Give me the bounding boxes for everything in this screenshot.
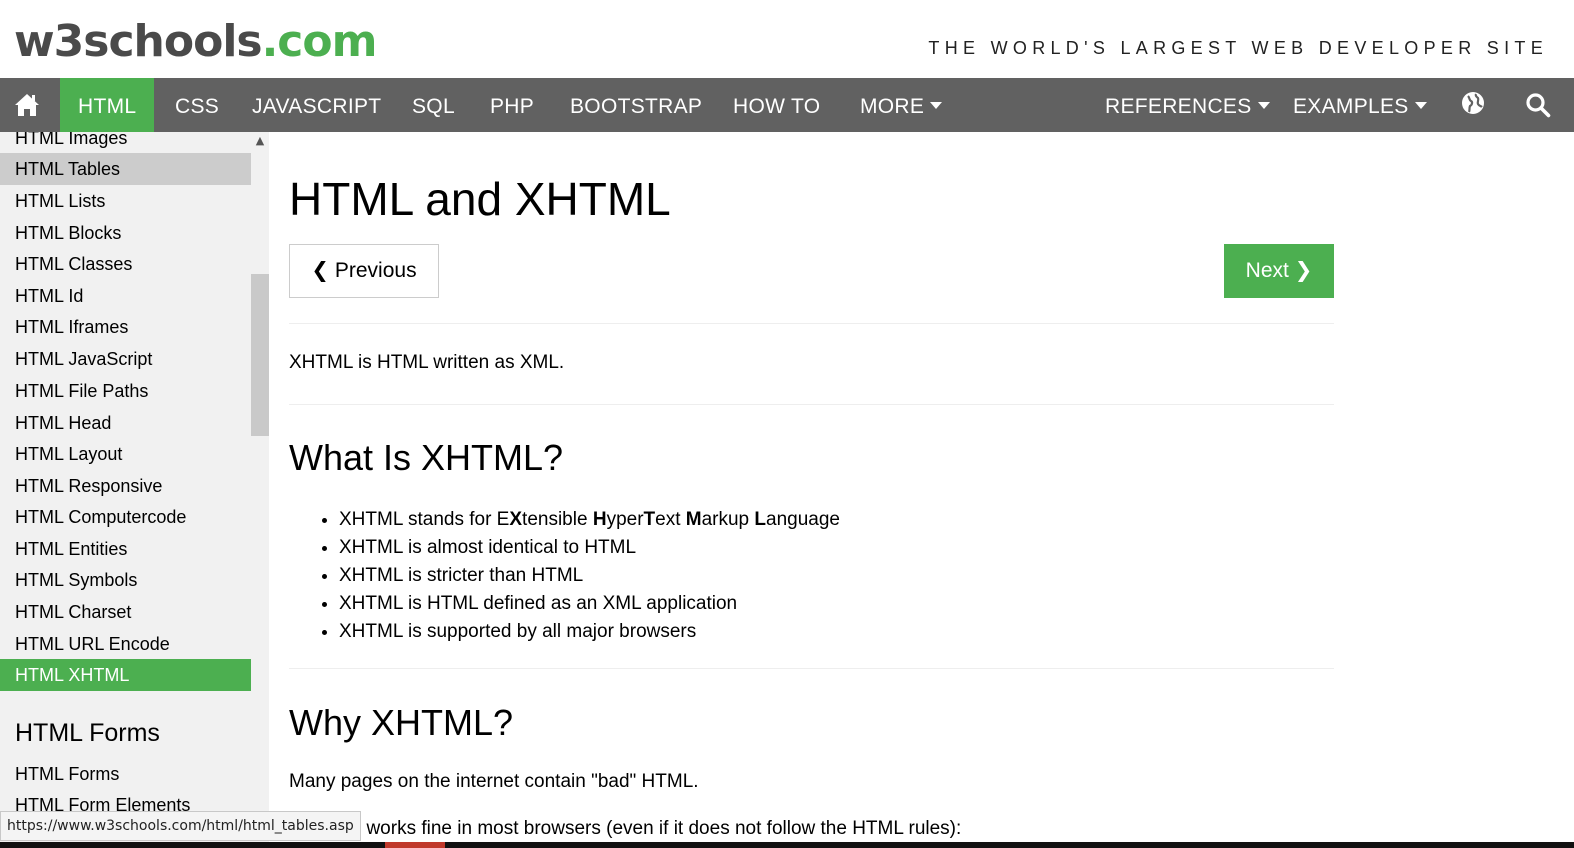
- why-paragraph-2: ML code works fine in most browsers (eve…: [289, 818, 962, 839]
- nav-references-label: REFERENCES: [1105, 95, 1252, 118]
- bottom-accent: [385, 842, 445, 848]
- page-title: HTML and XHTML: [289, 173, 671, 225]
- top-navigation: HTML CSS JAVASCRIPT SQL PHP BOOTSTRAP HO…: [0, 78, 1574, 132]
- sidebar-item-xhtml[interactable]: HTML XHTML: [0, 659, 251, 691]
- sidebar-item-iframes[interactable]: HTML Iframes: [0, 311, 251, 343]
- sidebar-item-blocks[interactable]: HTML Blocks: [0, 217, 251, 249]
- logo-main: w3schools: [14, 16, 263, 67]
- nav-howto[interactable]: HOW TO: [733, 78, 820, 132]
- sidebar-heading-forms: HTML Forms: [15, 719, 160, 747]
- nav-html[interactable]: HTML: [60, 78, 155, 132]
- nav-more-label: MORE: [860, 95, 925, 118]
- main-content: HTML and XHTML ❮ Previous Next ❯ XHTML i…: [289, 132, 1334, 848]
- sidebar-item-images[interactable]: HTML Images: [0, 132, 251, 154]
- home-icon[interactable]: [13, 92, 41, 118]
- scroll-up-arrow-icon[interactable]: ▲: [253, 132, 267, 150]
- sidebar-item-head[interactable]: HTML Head: [0, 407, 251, 439]
- globe-icon[interactable]: [1461, 91, 1485, 115]
- xhtml-facts-list: XHTML stands for EXtensible HyperText Ma…: [339, 506, 840, 646]
- section-heading-what-is-xhtml: What Is XHTML?: [289, 437, 564, 478]
- nav-sql[interactable]: SQL: [412, 78, 455, 132]
- nav-references[interactable]: REFERENCES: [1105, 78, 1270, 132]
- list-item: XHTML is stricter than HTML: [339, 562, 840, 590]
- divider: [289, 404, 1334, 405]
- sidebar-item-forms[interactable]: HTML Forms: [0, 758, 251, 790]
- sidebar-item-tables[interactable]: HTML Tables: [0, 153, 251, 185]
- divider: [289, 323, 1334, 324]
- nav-php[interactable]: PHP: [490, 78, 534, 132]
- sidebar-item-charset[interactable]: HTML Charset: [0, 596, 251, 628]
- site-logo[interactable]: w3schools.com: [14, 12, 378, 72]
- sidebar-item-classes[interactable]: HTML Classes: [0, 248, 251, 280]
- nav-css[interactable]: CSS: [175, 78, 219, 132]
- list-item: XHTML is supported by all major browsers: [339, 618, 840, 646]
- nav-bootstrap[interactable]: BOOTSTRAP: [570, 78, 702, 132]
- logo-suffix: .com: [261, 16, 378, 67]
- list-item: XHTML is almost identical to HTML: [339, 534, 840, 562]
- nav-examples[interactable]: EXAMPLES: [1293, 78, 1427, 132]
- sidebar-scrollbar[interactable]: [251, 132, 269, 848]
- next-button[interactable]: Next ❯: [1224, 244, 1334, 298]
- chevron-right-icon: ❯: [1294, 259, 1313, 282]
- caret-down-icon: [1414, 102, 1427, 110]
- previous-label: Previous: [334, 259, 417, 282]
- search-icon[interactable]: [1525, 92, 1551, 118]
- sidebar-item-responsive[interactable]: HTML Responsive: [0, 470, 251, 502]
- previous-button[interactable]: ❮ Previous: [289, 244, 439, 298]
- sidebar-item-lists[interactable]: HTML Lists: [0, 185, 251, 217]
- nav-examples-label: EXAMPLES: [1293, 95, 1409, 118]
- sidebar-item-entities[interactable]: HTML Entities: [0, 533, 251, 565]
- site-header: w3schools.com THE WORLD'S LARGEST WEB DE…: [0, 0, 1574, 78]
- next-label: Next: [1245, 259, 1289, 282]
- caret-down-icon: [930, 102, 943, 110]
- link-status-bar: https://www.w3schools.com/html/html_tabl…: [0, 811, 361, 841]
- intro-paragraph: XHTML is HTML written as XML.: [289, 352, 565, 373]
- sidebar-item-id[interactable]: HTML Id: [0, 280, 251, 312]
- why-paragraph: Many pages on the internet contain "bad"…: [289, 771, 699, 792]
- sidebar-item-computercode[interactable]: HTML Computercode: [0, 501, 251, 533]
- nav-more[interactable]: MORE: [860, 78, 943, 132]
- sidebar-item-url-encode[interactable]: HTML URL Encode: [0, 628, 251, 660]
- site-tagline: THE WORLD'S LARGEST WEB DEVELOPER SITE: [928, 38, 1548, 58]
- sidebar-item-file-paths[interactable]: HTML File Paths: [0, 375, 251, 407]
- chevron-left-icon: ❮: [311, 259, 330, 282]
- section-heading-why-xhtml: Why XHTML?: [289, 702, 514, 743]
- caret-down-icon: [1257, 102, 1270, 110]
- list-item: XHTML stands for EXtensible HyperText Ma…: [339, 506, 840, 534]
- sidebar: HTML Images HTML Tables HTML Lists HTML …: [0, 132, 269, 848]
- nav-javascript[interactable]: JAVASCRIPT: [252, 78, 381, 132]
- sidebar-item-symbols[interactable]: HTML Symbols: [0, 564, 251, 596]
- bottom-edge: [0, 842, 1574, 848]
- sidebar-item-layout[interactable]: HTML Layout: [0, 438, 251, 470]
- sidebar-scrollbar-thumb[interactable]: [251, 274, 269, 436]
- sidebar-item-javascript[interactable]: HTML JavaScript: [0, 343, 251, 375]
- divider: [289, 668, 1334, 669]
- list-item: XHTML is HTML defined as an XML applicat…: [339, 590, 840, 618]
